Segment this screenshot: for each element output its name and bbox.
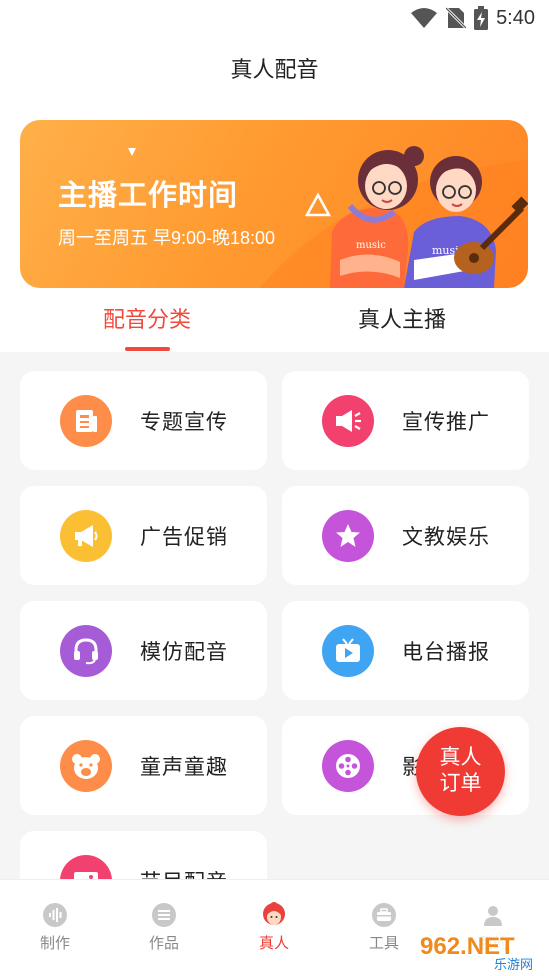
banner-subtitle: 周一至周五 早9:00-晚18:00 [58,228,276,248]
category-label: 童声童趣 [140,756,228,779]
category-card-radio-broadcast[interactable]: 电台播报 [282,601,529,700]
category-label: 专题宣传 [140,411,228,434]
nav-label: 制作 [39,935,70,952]
category-label: 电台播报 [402,641,490,664]
real-person-order-button[interactable]: 真人 订单 [416,727,505,816]
category-card-ad-sales[interactable]: 广告促销 [20,486,267,585]
girl-shirt-text: music [356,240,386,251]
work-hours-banner[interactable]: 主播工作时间 周一至周五 早9:00-晚18:00 music music [20,120,528,288]
status-bar: 5:40 [0,0,549,40]
no-sim-icon [446,6,467,30]
category-card-childrens-voice[interactable]: 童声童趣 [20,716,267,815]
category-label: 广告促销 [140,526,228,549]
nav-label: 作品 [148,935,179,952]
fab-line-2: 订单 [439,772,482,795]
star-icon [322,510,374,562]
banner-title: 主播工作时间 [58,180,239,212]
headset-icon [60,625,112,677]
nav-label: 真人 [258,935,289,952]
couple-with-guitar-illustration: music music [330,146,528,288]
category-card-promotion[interactable]: 宣传推广 [282,371,529,470]
category-label: 文教娱乐 [402,526,490,549]
nav-item-create[interactable]: 制作 [20,902,90,953]
status-time: 5:40 [496,6,535,29]
nav-label: 工具 [368,935,399,952]
category-label: 宣传推广 [402,411,490,434]
tab-dubbing-categories[interactable]: 配音分类 [103,302,191,334]
person-avatar-icon [263,902,285,925]
bear-icon [60,740,112,792]
page-title: 真人配音 [230,57,319,82]
watermark-logo: 962.NET 乐游网 [412,928,549,973]
loudspeaker-icon [60,510,112,562]
wifi-icon [411,8,438,28]
category-tabs: 配音分类 真人主播 [0,290,549,352]
category-card-imitation-dubbing[interactable]: 模仿配音 [20,601,267,700]
document-icon [60,395,112,447]
nav-item-real-person[interactable]: 真人 [239,902,309,953]
nav-item-tools[interactable]: 工具 [349,902,419,953]
category-card-topic-promotion[interactable]: 专题宣传 [20,371,267,470]
waveform-icon [43,903,67,927]
battery-charging-icon [474,6,489,30]
fab-line-1: 真人 [439,746,482,769]
category-card-education-entertainment[interactable]: 文教娱乐 [282,486,529,585]
svg-text:962.NET: 962.NET [420,933,515,960]
list-icon [152,903,176,927]
site-watermark: 962.NET 乐游网 [412,924,549,976]
tab-real-voice-anchors[interactable]: 真人主播 [358,302,446,334]
tab-active-indicator [125,347,170,351]
film-reel-icon [322,740,374,792]
status-icons: 5:40 [410,6,535,30]
nav-item-works[interactable]: 作品 [129,902,199,953]
category-label: 模仿配音 [140,641,228,664]
megaphone-icon [322,395,374,447]
header: 真人配音 [0,40,549,104]
svg-text:乐游网: 乐游网 [494,958,533,973]
toolbox-icon [372,903,396,927]
tv-icon [322,625,374,677]
